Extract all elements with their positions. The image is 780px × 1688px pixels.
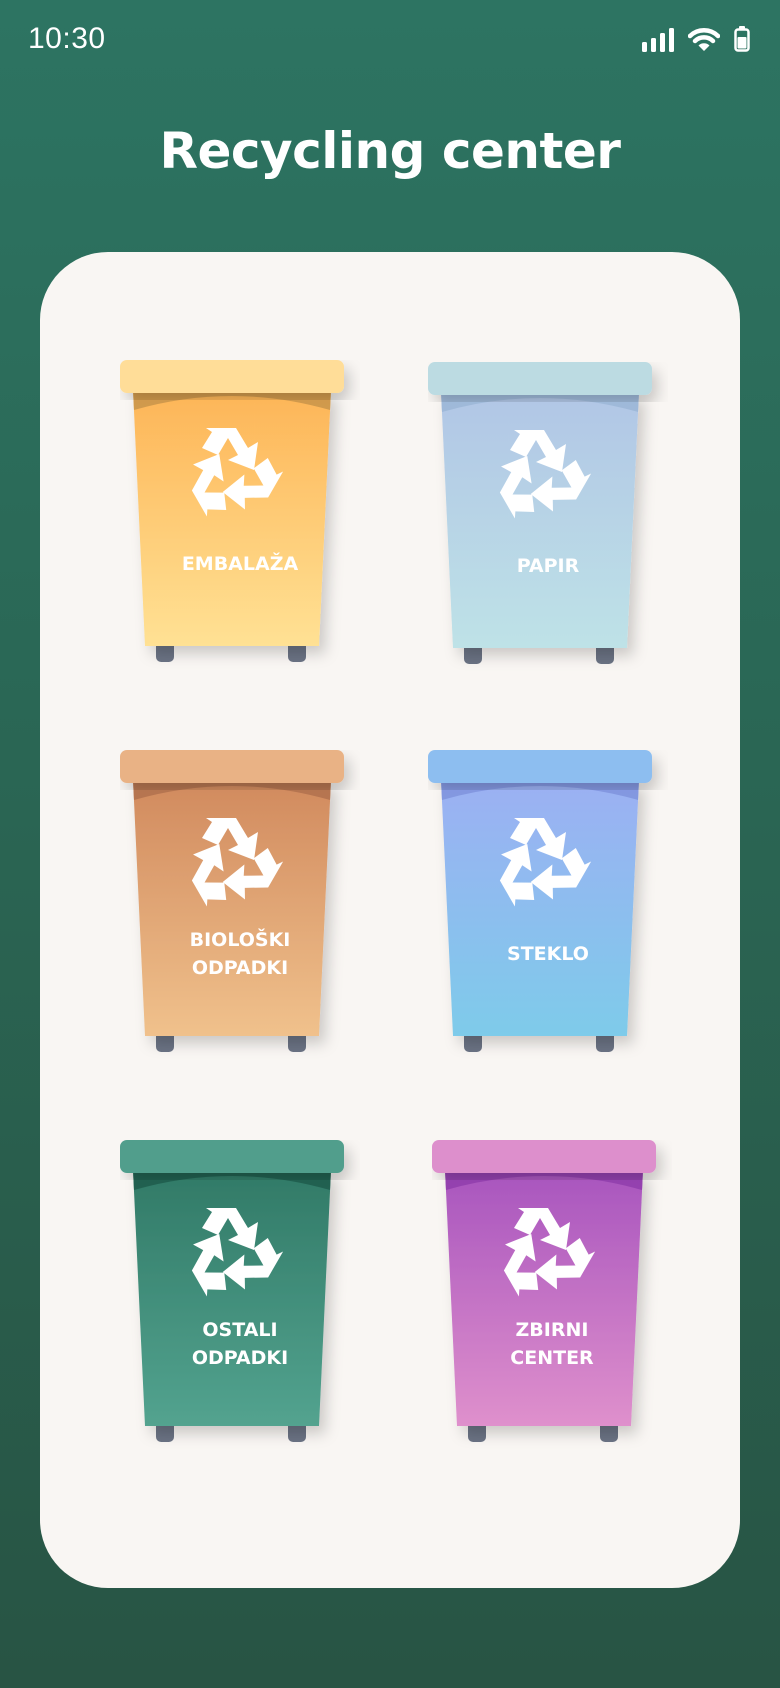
cellular-signal-icon	[642, 28, 674, 52]
bin-lid	[432, 1140, 656, 1173]
bin-label: STEKLO	[507, 943, 589, 965]
bin-bioloski-odpadki[interactable]: BIOLOŠKI ODPADKI	[120, 750, 360, 1060]
bin-steklo[interactable]: STEKLO	[428, 750, 668, 1060]
bin-lid	[120, 1140, 344, 1173]
page-title: Recycling center	[159, 122, 621, 180]
bin-label: PAPIR	[516, 555, 580, 577]
bin-lid	[120, 750, 344, 783]
bin-label: BIOLOŠKI ODPADKI	[189, 929, 291, 979]
wifi-icon	[688, 28, 720, 51]
recycling-panel: EMBALAŽA PAPIR BIOLOŠKI ODPADKI STEKLO O…	[40, 252, 740, 1588]
bin-label: EMBALAŽA	[181, 553, 299, 575]
bin-ostali-odpadki[interactable]: OSTALI ODPADKI	[120, 1140, 360, 1450]
bin-lid	[428, 750, 652, 783]
bin-zbirni-center[interactable]: ZBIRNI CENTER	[432, 1140, 672, 1450]
bin-lid	[120, 360, 344, 393]
status-time: 10:30	[28, 22, 106, 55]
bin-lid	[428, 362, 652, 395]
bin-label: OSTALI ODPADKI	[191, 1319, 289, 1369]
bin-embalaza[interactable]: EMBALAŽA	[120, 360, 360, 670]
status-icons	[642, 26, 750, 52]
bin-papir[interactable]: PAPIR	[428, 362, 668, 672]
bin-label: ZBIRNI CENTER	[510, 1319, 594, 1369]
battery-icon	[734, 26, 750, 52]
status-bar: 10:30	[0, 0, 780, 84]
